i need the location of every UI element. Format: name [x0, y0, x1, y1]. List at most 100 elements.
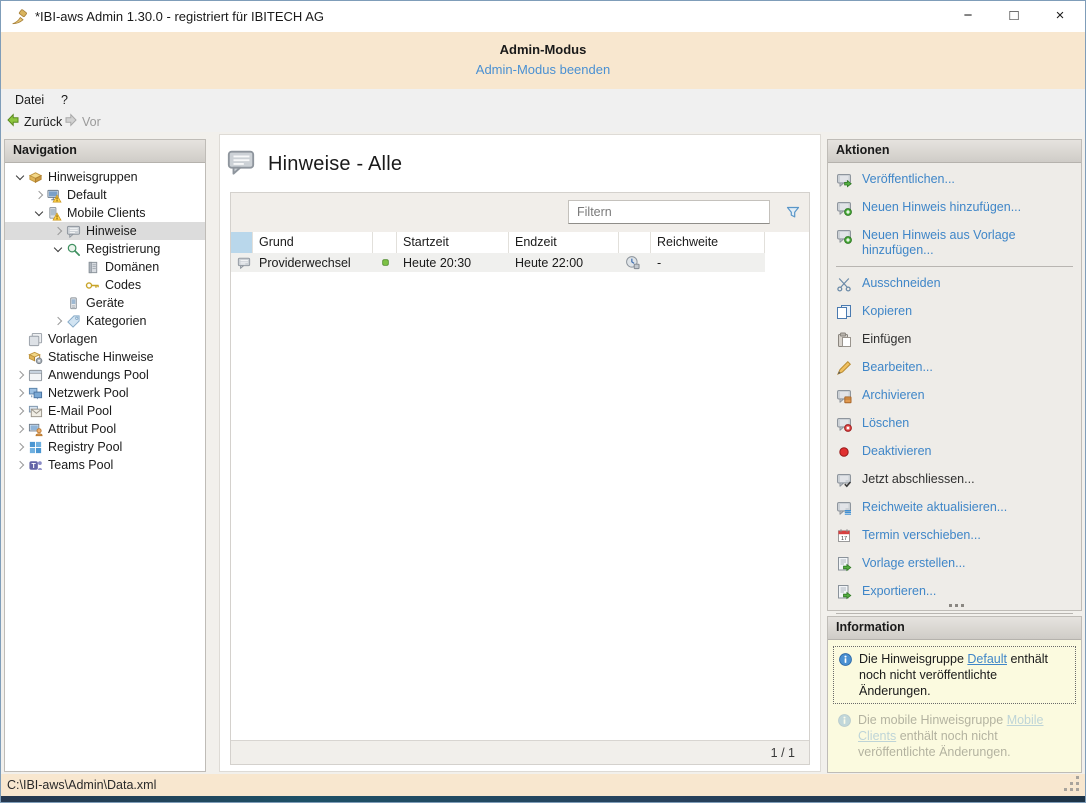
filter-input[interactable]: [568, 200, 770, 224]
chevron-right-icon[interactable]: [13, 407, 28, 416]
action-label[interactable]: Kopieren: [862, 304, 912, 325]
action-label[interactable]: Exportieren...: [862, 584, 936, 605]
splitter-grip[interactable]: [955, 604, 958, 607]
sidebar-item-codes[interactable]: Codes: [5, 276, 205, 294]
sidebar-item-anwendungs-pool[interactable]: Anwendungs Pool: [5, 366, 205, 384]
action-label[interactable]: Neuen Hinweis hinzufügen...: [862, 200, 1021, 221]
device-icon: [66, 296, 81, 311]
info-link-mobile-clients[interactable]: Mobile Clients: [858, 713, 1044, 743]
maximize-button[interactable]: □: [991, 1, 1037, 32]
resize-grip[interactable]: [1076, 788, 1079, 791]
chevron-right-icon[interactable]: [13, 443, 28, 452]
chevron-down-icon[interactable]: [13, 173, 28, 182]
table-row[interactable]: ProviderwechselHeute 20:30Heute 22:00-: [231, 253, 765, 272]
sidebar-item-label: Hinweisgruppen: [48, 170, 138, 184]
column-header-row-icon[interactable]: [231, 232, 253, 253]
filter-funnel-icon[interactable]: [785, 204, 801, 225]
sidebar-item-geraete[interactable]: Geräte: [5, 294, 205, 312]
action-kopieren[interactable]: Kopieren: [828, 301, 1081, 328]
tag-icon: [66, 314, 81, 329]
column-header-endzeit[interactable]: Endzeit: [509, 232, 619, 253]
cell-startzeit: Heute 20:30: [397, 256, 509, 270]
sidebar-item-registry-pool[interactable]: Registry Pool: [5, 438, 205, 456]
action-label[interactable]: Ausschneiden: [862, 276, 941, 297]
chevron-down-icon[interactable]: [32, 209, 47, 218]
info-message: Die Hinweisgruppe Default enthält noch n…: [833, 646, 1076, 704]
action-reichweite-aktualisieren[interactable]: Reichweite aktualisieren...: [828, 497, 1081, 524]
sidebar-item-hinweisgruppen[interactable]: Hinweisgruppen: [5, 168, 205, 186]
chevron-right-icon[interactable]: [32, 191, 47, 200]
column-header-reichweite[interactable]: Reichweite: [651, 232, 765, 253]
column-header-startzeit[interactable]: Startzeit: [397, 232, 509, 253]
mobile-warning-icon: [47, 206, 62, 221]
action-deaktivieren[interactable]: Deaktivieren: [828, 441, 1081, 468]
column-header-grund[interactable]: Grund: [253, 232, 373, 253]
sidebar-item-mobile-clients[interactable]: Mobile Clients: [5, 204, 205, 222]
action-ausschneiden[interactable]: Ausschneiden: [828, 273, 1081, 300]
menu-help[interactable]: ?: [61, 93, 68, 107]
navigation-tree: Hinweisgruppen DefaultMobile ClientsHinwe…: [5, 163, 205, 474]
chevron-right-icon[interactable]: [51, 227, 66, 236]
action-bearbeiten[interactable]: Bearbeiten...: [828, 357, 1081, 384]
chevron-down-icon[interactable]: [51, 245, 66, 254]
chevron-right-icon[interactable]: [13, 371, 28, 380]
actions-separator: [836, 613, 1073, 614]
attribute-pool-icon: [28, 422, 43, 437]
information-panel: Information Die Hinweisgruppe Default en…: [827, 616, 1082, 773]
monitor-warning-icon: [47, 188, 62, 203]
chevron-right-icon[interactable]: [13, 425, 28, 434]
info-text: Die Hinweisgruppe Default enthält noch n…: [859, 651, 1071, 699]
templates-icon: [28, 332, 43, 347]
main-panel: Hinweise - Alle GrundStartzeitEndzeitRei…: [219, 134, 821, 772]
action-veroeffentlichen[interactable]: Veröffentlichen...: [828, 169, 1081, 196]
action-termin-verschieben[interactable]: 17 Termin verschieben...: [828, 525, 1081, 552]
action-label[interactable]: Reichweite aktualisieren...: [862, 500, 1007, 521]
back-button[interactable]: Zurück: [5, 112, 62, 131]
sidebar-item-statische-hinweise[interactable]: Statische Hinweise: [5, 348, 205, 366]
chevron-spacer: [13, 353, 28, 362]
chevron-right-icon[interactable]: [13, 389, 28, 398]
app-pool-icon: [28, 368, 43, 383]
action-archivieren[interactable]: Archivieren: [828, 385, 1081, 412]
action-label[interactable]: Veröffentlichen...: [862, 172, 955, 193]
column-header-status[interactable]: [373, 232, 397, 253]
sidebar-item-attribut-pool[interactable]: Attribut Pool: [5, 420, 205, 438]
sidebar-item-teams-pool[interactable]: TTeams Pool: [5, 456, 205, 474]
action-label[interactable]: Löschen: [862, 416, 909, 437]
edit-icon: [836, 360, 852, 376]
export-icon: [836, 584, 852, 600]
key-icon: [85, 278, 100, 293]
sidebar-item-hinweise[interactable]: Hinweise: [5, 222, 205, 240]
action-label[interactable]: Neuen Hinweis aus Vorlage hinzufügen...: [862, 228, 1075, 258]
info-link-default[interactable]: Default: [967, 652, 1007, 666]
sidebar-item-registrierung[interactable]: Registrierung: [5, 240, 205, 258]
svg-text:17: 17: [841, 536, 847, 542]
action-neuen-hinweis-aus-vorlage-hinzufuegen[interactable]: Neuen Hinweis aus Vorlage hinzufügen...: [828, 225, 1081, 261]
sidebar-item-email-pool[interactable]: E-Mail Pool: [5, 402, 205, 420]
action-label[interactable]: Archivieren: [862, 388, 925, 409]
sidebar-item-default[interactable]: Default: [5, 186, 205, 204]
sidebar-item-netzwerk-pool[interactable]: Netzwerk Pool: [5, 384, 205, 402]
menu-datei[interactable]: Datei: [15, 93, 44, 107]
chevron-right-icon[interactable]: [13, 461, 28, 470]
chevron-right-icon[interactable]: [51, 317, 66, 326]
navigation-panel: Navigation HinweisgruppenDefaultMobile C…: [4, 139, 206, 772]
action-label[interactable]: Deaktivieren: [862, 444, 931, 465]
sidebar-item-kategorien[interactable]: Kategorien: [5, 312, 205, 330]
registration-icon: [66, 242, 81, 257]
close-button[interactable]: ×: [1037, 1, 1083, 32]
sidebar-item-label: Codes: [105, 278, 141, 292]
sidebar-item-vorlagen[interactable]: Vorlagen: [5, 330, 205, 348]
admin-mode-end-link[interactable]: Admin-Modus beenden: [476, 62, 610, 77]
app-icon: [11, 8, 28, 25]
action-vorlage-erstellen[interactable]: Vorlage erstellen...: [828, 553, 1081, 580]
minimize-button[interactable]: −: [945, 1, 991, 32]
action-neuen-hinweis-hinzufuegen[interactable]: Neuen Hinweis hinzufügen...: [828, 197, 1081, 224]
action-loeschen[interactable]: Löschen: [828, 413, 1081, 440]
sidebar-item-domaenen[interactable]: Domänen: [5, 258, 205, 276]
column-header-reach-icon[interactable]: [619, 232, 651, 253]
action-label[interactable]: Vorlage erstellen...: [862, 556, 966, 577]
action-label[interactable]: Bearbeiten...: [862, 360, 933, 381]
action-label[interactable]: Termin verschieben...: [862, 528, 981, 549]
cell-grund: Providerwechsel: [253, 256, 373, 270]
